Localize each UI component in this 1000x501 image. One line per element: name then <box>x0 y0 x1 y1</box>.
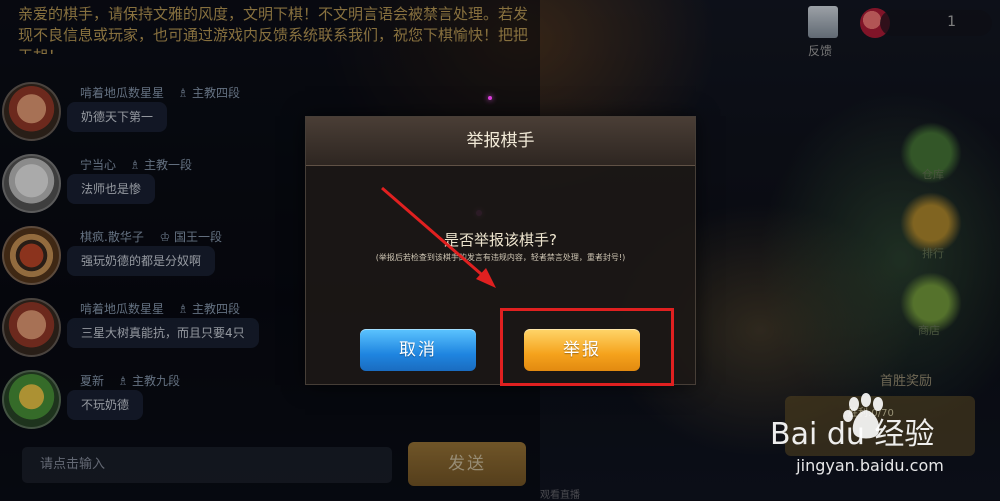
watermark-logo-text: Bai du 经验 <box>770 417 934 452</box>
baidu-watermark-logo: Bai du 经验 <box>770 393 934 452</box>
watermark-url: jingyan.baidu.com <box>796 456 944 475</box>
annotation-highlight-box <box>500 308 674 386</box>
